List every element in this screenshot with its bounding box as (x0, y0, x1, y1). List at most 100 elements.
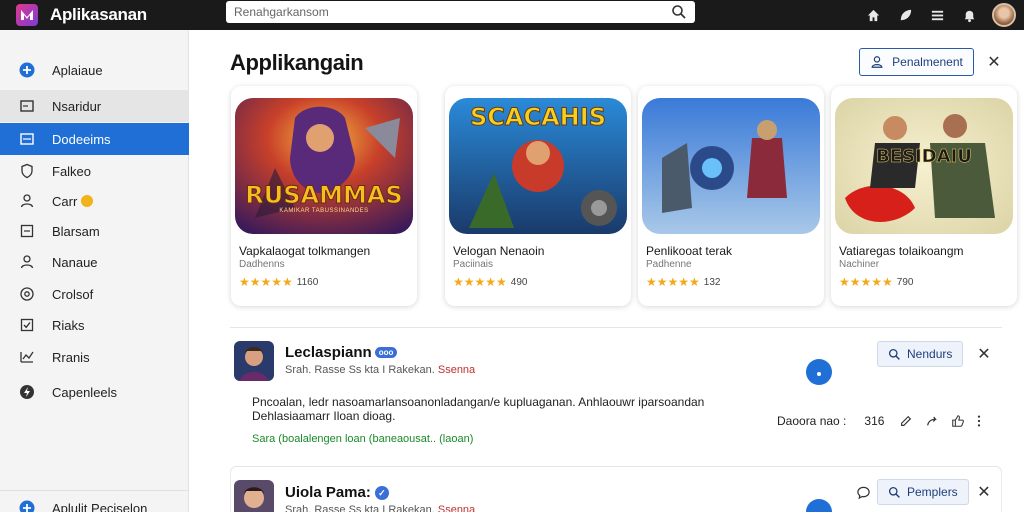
rating-count: 790 (896, 276, 914, 288)
button-label: Pemplers (907, 485, 958, 499)
top-bar: Aplikasanan (0, 0, 1024, 30)
rating-count: 490 (510, 276, 528, 288)
sidebar-item-dodeeims[interactable]: Dodeeims (0, 123, 189, 155)
search-icon (888, 348, 900, 360)
post-author[interactable]: Leclaspiann ooo (285, 344, 398, 361)
plus-circle-icon (18, 61, 36, 79)
penalmenent-button[interactable]: Penalmenent (859, 48, 974, 76)
avatar[interactable] (992, 3, 1016, 27)
sidebar-item-aplulit-peciselon[interactable]: Aplulit Peciselon (0, 492, 189, 512)
game-card[interactable]: BESIDAIU Vatiaregas tolaikoangm Nachiner… (831, 86, 1017, 306)
share-icon[interactable] (924, 413, 940, 429)
sidebar-item-nsaridur[interactable]: Nsaridur (0, 90, 189, 122)
card-rating: ★★★★★ 490 (453, 275, 527, 289)
plus-circle-icon (18, 499, 36, 512)
status-dot[interactable] (806, 359, 832, 385)
card-rating: ★★★★★ 790 (839, 275, 913, 289)
sidebar-item-riaks[interactable]: Riaks (0, 309, 189, 341)
search-icon (888, 486, 900, 498)
game-card[interactable]: RUSAMMAS KAMIKAR TABUSSINANDES Vapkalaog… (231, 86, 417, 306)
sidebar-item-capenleels[interactable]: Capenleels (0, 376, 189, 408)
rating-count: 1160 (296, 276, 319, 288)
home-icon[interactable] (864, 6, 882, 24)
post-author[interactable]: Uiola Pama: ✓ (285, 484, 389, 501)
more-icon[interactable] (976, 413, 982, 429)
search-icon[interactable] (671, 4, 687, 20)
bell-icon[interactable] (960, 6, 978, 24)
search-input[interactable] (234, 5, 654, 19)
list-icon (18, 222, 36, 240)
leaf-icon[interactable] (896, 6, 914, 24)
app-logo[interactable] (16, 4, 38, 26)
post-link-text[interactable]: Sara (boalalengen loan (baneaousat.. (la… (252, 433, 473, 445)
sidebar-item-label: Capenleels (52, 384, 118, 400)
reactions-count: 316 (864, 414, 885, 428)
comment-icon[interactable] (855, 484, 871, 500)
rating-count: 132 (703, 276, 721, 288)
verified-badge: ✓ (374, 485, 389, 500)
user-icon (18, 192, 36, 210)
post-author-name: Leclaspiann (285, 344, 372, 361)
sidebar-item-label: Riaks (52, 317, 85, 333)
game-card[interactable]: Penlikooat terak Padhenne ★★★★★ 132 (638, 86, 824, 306)
sidebar-item-falkeo[interactable]: Falkeo (0, 155, 189, 187)
close-icon[interactable]: ✕ (976, 346, 992, 363)
card-title: Velogan Nenaoin (453, 244, 545, 258)
close-icon[interactable]: ✕ (976, 484, 992, 501)
button-label: Nendurs (907, 347, 953, 361)
sidebar: Aplaiaue Nsaridur Dodeeims Falkeo Carr B… (0, 30, 189, 512)
card-subtitle: Paciinais (453, 259, 494, 270)
menu-icon[interactable] (928, 6, 946, 24)
top-actions (864, 0, 1016, 30)
post-avatar[interactable] (234, 341, 274, 381)
search-bar[interactable] (226, 1, 695, 23)
card-subtitle: Padhenne (646, 259, 692, 270)
game-art-title: BESIDAIU (876, 146, 972, 168)
sidebar-item-aplaiaue[interactable]: Aplaiaue (0, 54, 189, 86)
sidebar-item-label: Carr (52, 193, 78, 209)
sidebar-item-carr[interactable]: Carr (0, 185, 189, 217)
edit-icon[interactable] (898, 413, 914, 429)
game-art-subtitle: KAMIKAR TABUSSINANDES (279, 208, 369, 214)
app-title: Aplikasanan (50, 5, 147, 24)
game-art-title: SCACAHIS (470, 103, 607, 132)
lightning-icon (18, 383, 36, 401)
game-card[interactable]: SCACAHIS Velogan Nenaoin Paciinais ★★★★★… (445, 86, 631, 306)
card-icon (18, 130, 36, 148)
card-subtitle: Dadhenns (239, 259, 285, 270)
post-meta-text: Srah. Rasse Ss kta I Rakekan. (285, 364, 435, 376)
sidebar-item-crolsof[interactable]: Crolsof (0, 278, 189, 310)
card-rating: ★★★★★ 132 (646, 275, 720, 289)
close-icon[interactable]: ✕ (986, 54, 1002, 71)
sidebar-item-rranis[interactable]: Rranis (0, 341, 189, 373)
star-rating: ★★★★★ (239, 275, 293, 289)
coin-badge (81, 195, 94, 207)
sidebar-item-label: Falkeo (52, 163, 92, 179)
post-meta-highlight: Ssenna (437, 364, 476, 376)
post-meta: Srah. Rasse Ss kta I Rakekan. Ssenna (285, 364, 475, 376)
sidebar-item-label: Blarsam (52, 223, 100, 239)
star-rating: ★★★★★ (839, 275, 893, 289)
card-title: Vapkalaogat tolkmangen (239, 244, 371, 258)
sidebar-item-label: Aplulit Peciselon (52, 500, 148, 512)
sidebar-item-nanaue[interactable]: Nanaue (0, 246, 189, 278)
nendurs-button[interactable]: Nendurs (877, 341, 964, 367)
page-title: Applikangain (230, 50, 364, 75)
post-author-name: Uiola Pama: (285, 484, 371, 501)
sidebar-item-blarsam[interactable]: Blarsam (0, 215, 189, 247)
post-meta-highlight: Ssenna (437, 504, 476, 512)
reactions-label: Daoora nao : (777, 414, 847, 428)
pemplers-button[interactable]: Pemplers (877, 479, 969, 505)
button-label: Penalmenent (892, 55, 963, 69)
person-icon (18, 253, 36, 271)
square-icon (18, 97, 36, 115)
section-divider (230, 327, 1002, 328)
post-meta-text: Srah. Rasse Ss kta I Rakekan. (285, 504, 435, 512)
person-icon (871, 56, 883, 68)
sidebar-item-label: Rranis (52, 349, 90, 365)
like-icon[interactable] (950, 413, 966, 429)
sidebar-divider (0, 490, 189, 491)
card-rating: ★★★★★ 1160 (239, 275, 318, 289)
post-avatar[interactable] (234, 480, 274, 512)
star-rating: ★★★★★ (453, 275, 507, 289)
